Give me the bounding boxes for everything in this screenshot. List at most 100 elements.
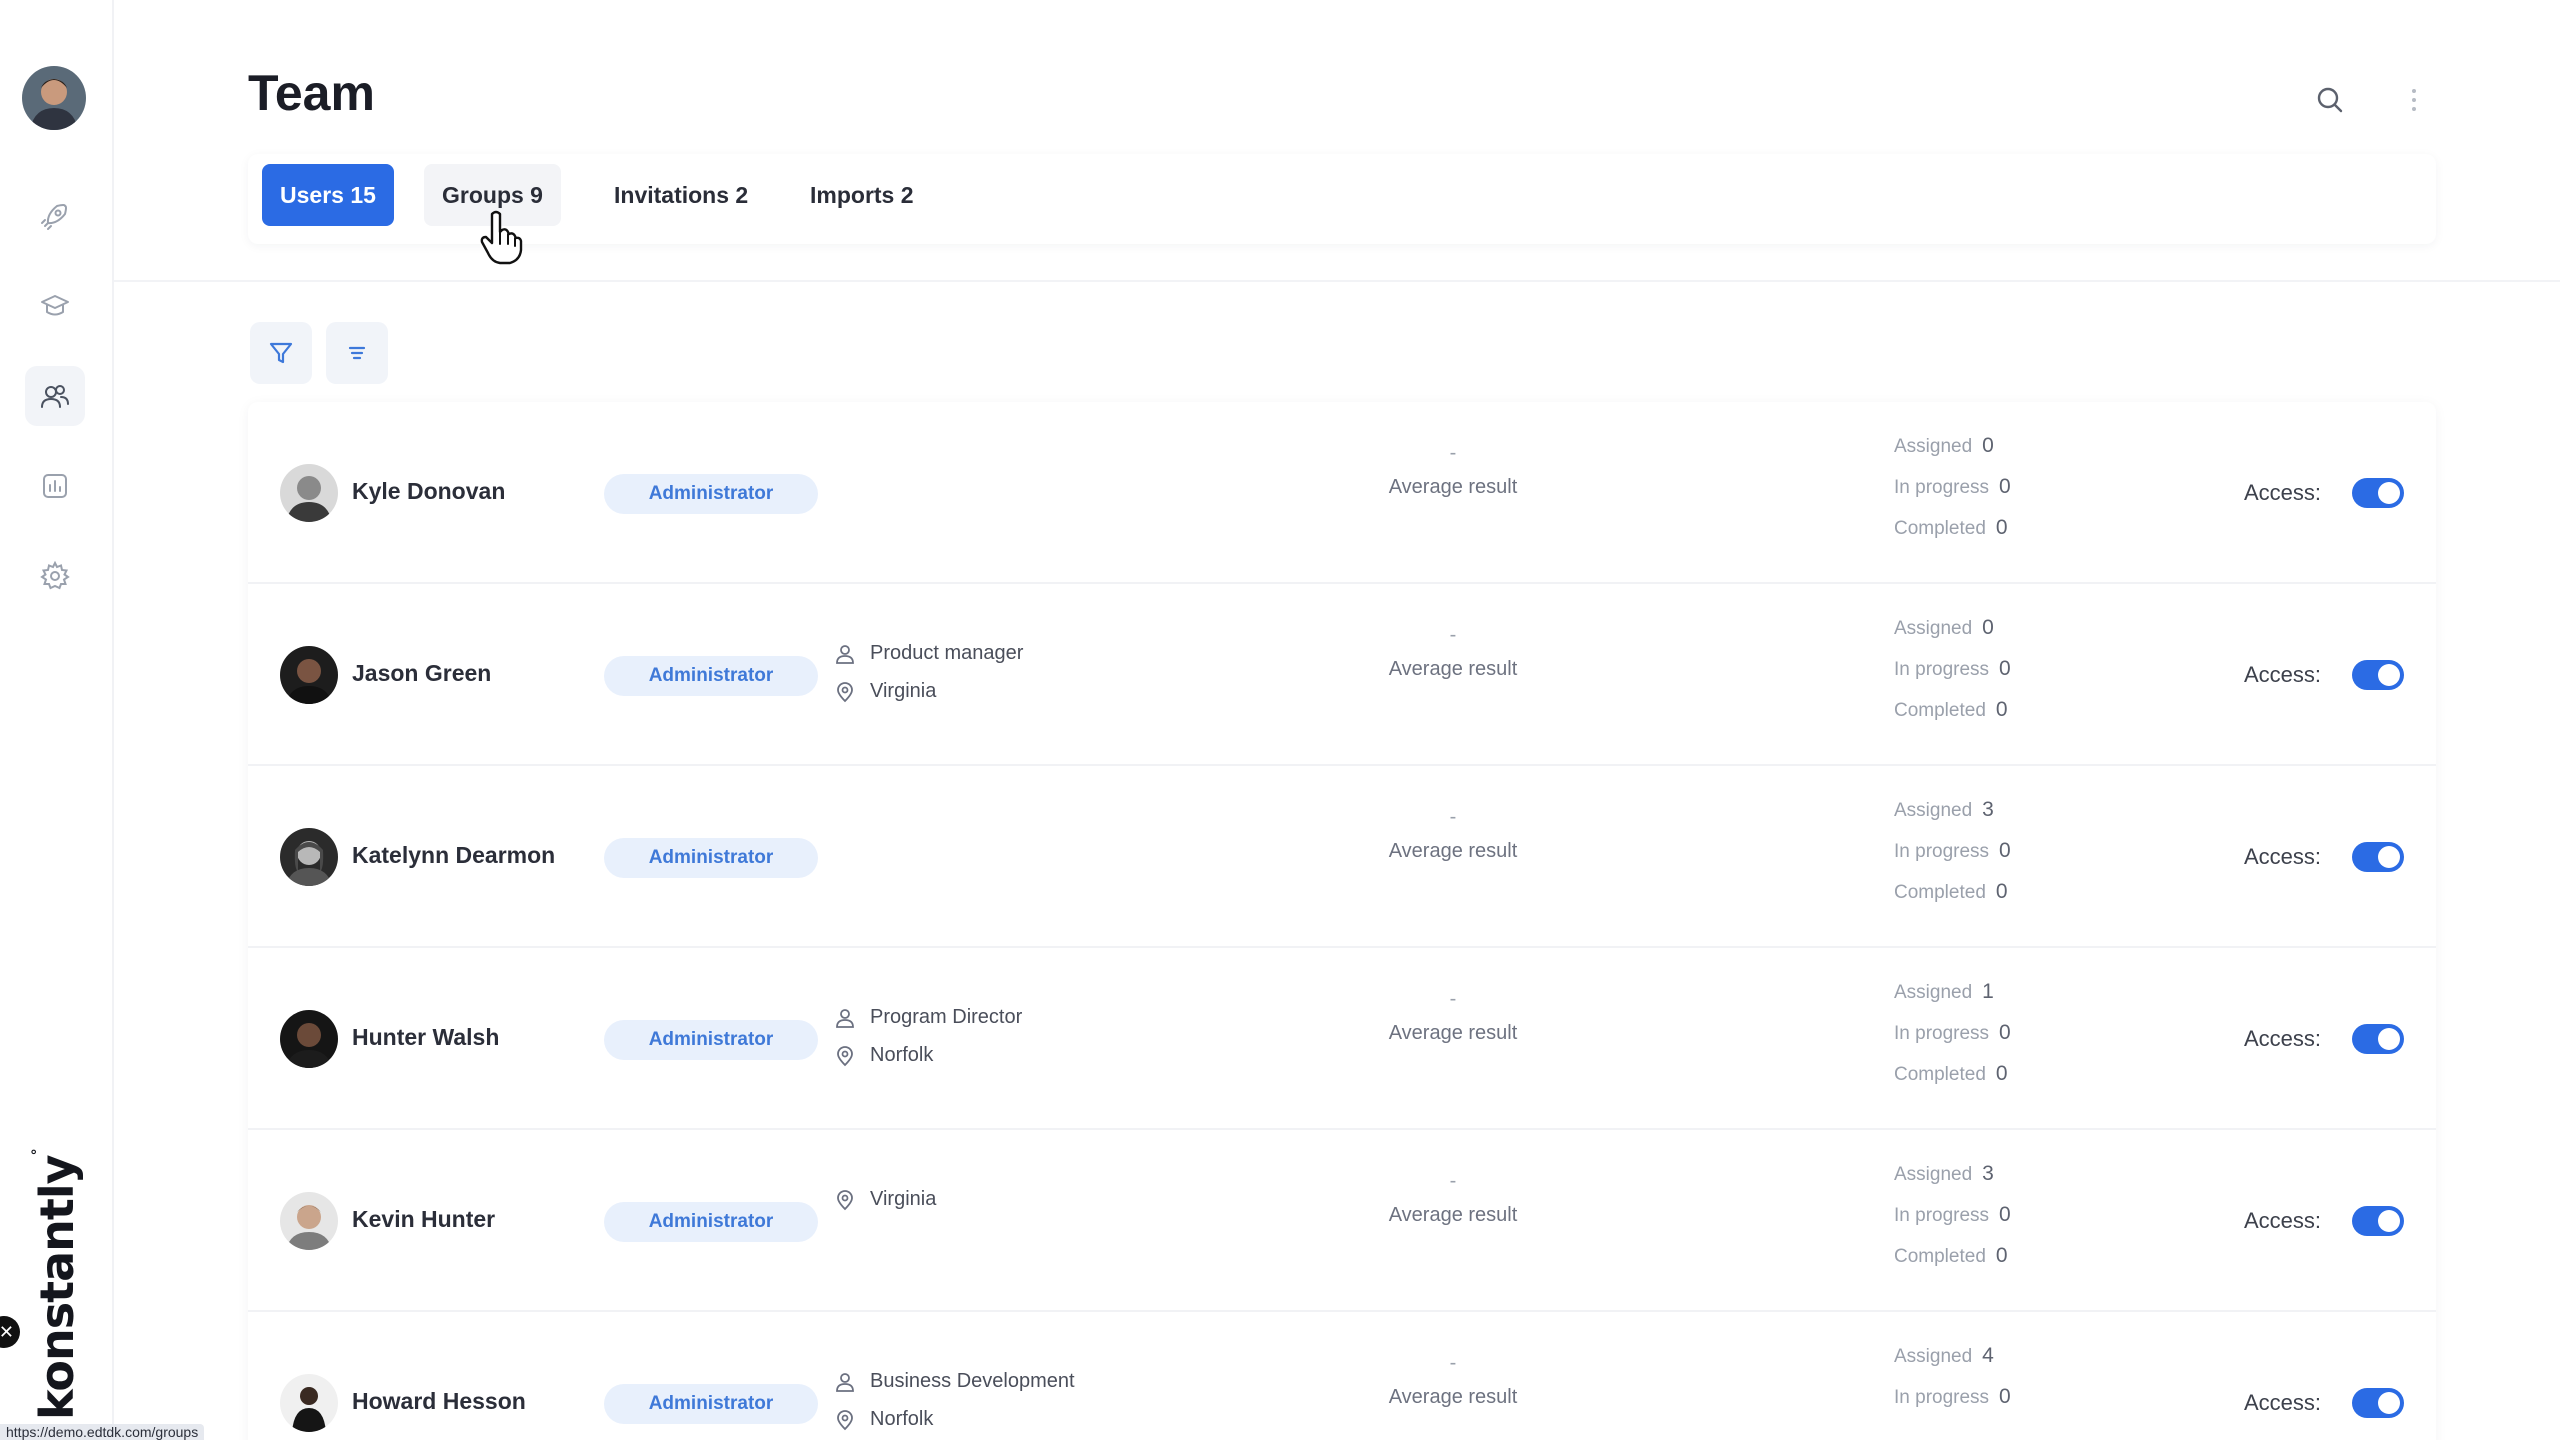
location-pin-icon bbox=[837, 1189, 853, 1210]
avatar bbox=[280, 1010, 338, 1068]
course-stats: Assigned 3 In progress 0 Completed 0 bbox=[1894, 1162, 2134, 1285]
stat-completed: Completed 0 bbox=[1894, 516, 2008, 539]
position-text: Business Development bbox=[870, 1370, 1075, 1392]
stat-in-progress: In progress 0 bbox=[1894, 839, 2011, 862]
role-badge: Administrator bbox=[604, 838, 818, 878]
stat-assigned: Assigned 0 bbox=[1894, 434, 1994, 457]
location-pin-icon bbox=[837, 1409, 853, 1430]
position-text: Program Director bbox=[870, 1006, 1023, 1028]
brand-name: konstantly bbox=[30, 1155, 84, 1420]
user-position: Product manager bbox=[834, 642, 1023, 665]
avatar bbox=[280, 646, 338, 704]
location-text: Virginia bbox=[870, 680, 937, 702]
rocket-icon[interactable] bbox=[25, 186, 85, 246]
app: konstantly° ✕ https://demo.edtdk.com/gro… bbox=[0, 0, 2560, 1440]
stat-assigned: Assigned 1 bbox=[1894, 980, 1994, 1003]
table-row[interactable]: Katelynn Dearmon Administrator - Average… bbox=[248, 766, 2436, 948]
sort-icon bbox=[348, 346, 366, 360]
role-badge: Administrator bbox=[604, 1384, 818, 1424]
filter-button[interactable] bbox=[250, 322, 312, 384]
access-toggle[interactable] bbox=[2352, 1206, 2404, 1236]
role-badge: Administrator bbox=[604, 1020, 818, 1060]
average-result-value: - bbox=[1449, 442, 1457, 464]
avatar bbox=[280, 464, 338, 522]
avatar bbox=[280, 828, 338, 886]
tab-users[interactable]: Users 15 bbox=[262, 164, 394, 226]
tab-invitations[interactable]: Invitations 2 bbox=[596, 164, 766, 226]
role-badge: Administrator bbox=[604, 1202, 818, 1242]
stat-assigned: Assigned 4 bbox=[1894, 1344, 1994, 1367]
average-result-label: Average result bbox=[1388, 1386, 1518, 1408]
average-result-value: - bbox=[1449, 988, 1457, 1010]
access-label: Access: bbox=[2244, 844, 2322, 869]
position-text: Product manager bbox=[870, 642, 1024, 664]
chart-icon[interactable] bbox=[25, 456, 85, 516]
hand-cursor-icon bbox=[480, 210, 523, 265]
access-toggle[interactable] bbox=[2352, 478, 2404, 508]
page-title: Team bbox=[248, 65, 375, 121]
location-pin-icon bbox=[837, 681, 853, 702]
stat-assigned: Assigned 0 bbox=[1894, 616, 1994, 639]
user-location: Norfolk bbox=[834, 1044, 933, 1067]
average-result: - Average result bbox=[1328, 806, 1578, 863]
course-stats: Assigned 0 In progress 0 Completed 0 bbox=[1894, 434, 2134, 557]
sidebar: konstantly° bbox=[0, 0, 114, 1440]
user-name[interactable]: Jason Green bbox=[352, 660, 491, 687]
users-list: Kyle Donovan Administrator - Average res… bbox=[248, 402, 2436, 1440]
average-result-label: Average result bbox=[1388, 1204, 1518, 1226]
brand-logo: konstantly° bbox=[30, 1149, 84, 1420]
location-text: Virginia bbox=[870, 1188, 937, 1210]
role-badge: Administrator bbox=[604, 656, 818, 696]
brand-mark: ° bbox=[30, 1149, 46, 1156]
sort-button[interactable] bbox=[326, 322, 388, 384]
stat-assigned: Assigned 3 bbox=[1894, 798, 1994, 821]
average-result: - Average result bbox=[1328, 1170, 1578, 1227]
avatar bbox=[280, 1192, 338, 1250]
current-user-avatar[interactable] bbox=[22, 66, 86, 130]
table-row[interactable]: Hunter Walsh Administrator Program Direc… bbox=[248, 948, 2436, 1130]
table-row[interactable]: Kevin Hunter Administrator Virginia - Av… bbox=[248, 1130, 2436, 1312]
course-stats: Assigned 1 In progress 0 Completed 0 bbox=[1894, 980, 2134, 1103]
person-icon bbox=[836, 1372, 854, 1392]
course-stats: Assigned 0 In progress 0 Completed 0 bbox=[1894, 616, 2134, 739]
user-name[interactable]: Kevin Hunter bbox=[352, 1206, 495, 1233]
average-result-value: - bbox=[1449, 806, 1457, 828]
user-location: Virginia bbox=[834, 680, 936, 703]
user-name[interactable]: Kyle Donovan bbox=[352, 478, 505, 505]
average-result-value: - bbox=[1449, 1170, 1457, 1192]
team-icon[interactable] bbox=[25, 366, 85, 426]
more-options-icon[interactable] bbox=[2396, 82, 2432, 118]
average-result-value: - bbox=[1449, 1352, 1457, 1374]
avatar bbox=[280, 1374, 338, 1432]
access-label: Access: bbox=[2244, 662, 2322, 687]
person-icon bbox=[836, 1008, 854, 1028]
access-label: Access: bbox=[2244, 480, 2322, 505]
average-result-label: Average result bbox=[1388, 476, 1518, 498]
average-result-value: - bbox=[1449, 624, 1457, 646]
access-label: Access: bbox=[2244, 1026, 2322, 1051]
table-row[interactable]: Howard Hesson Administrator Business Dev… bbox=[248, 1312, 2436, 1440]
location-text: Norfolk bbox=[870, 1408, 934, 1430]
search-icon[interactable] bbox=[2312, 82, 2348, 118]
access-toggle[interactable] bbox=[2352, 1388, 2404, 1418]
table-row[interactable]: Jason Green Administrator Product manage… bbox=[248, 584, 2436, 766]
person-icon bbox=[836, 644, 854, 664]
tabs-bar: Users 15 Groups 9 Invitations 2 Imports … bbox=[248, 154, 2436, 244]
location-text: Norfolk bbox=[870, 1044, 934, 1066]
tab-imports[interactable]: Imports 2 bbox=[792, 164, 932, 226]
user-location: Virginia bbox=[834, 1188, 936, 1211]
user-name[interactable]: Katelynn Dearmon bbox=[352, 842, 555, 869]
access-toggle[interactable] bbox=[2352, 842, 2404, 872]
stat-completed: Completed 0 bbox=[1894, 1062, 2008, 1085]
status-url: https://demo.edtdk.com/groups bbox=[0, 1424, 205, 1440]
user-name[interactable]: Howard Hesson bbox=[352, 1388, 526, 1415]
gear-icon[interactable] bbox=[25, 546, 85, 606]
access-toggle[interactable] bbox=[2352, 1024, 2404, 1054]
access-toggle[interactable] bbox=[2352, 660, 2404, 690]
user-name[interactable]: Hunter Walsh bbox=[352, 1024, 499, 1051]
table-row[interactable]: Kyle Donovan Administrator - Average res… bbox=[248, 402, 2436, 584]
access-label: Access: bbox=[2244, 1208, 2322, 1233]
graduation-cap-icon[interactable] bbox=[25, 276, 85, 336]
stat-in-progress: In progress 0 bbox=[1894, 1021, 2011, 1044]
stat-in-progress: In progress 0 bbox=[1894, 1203, 2011, 1226]
